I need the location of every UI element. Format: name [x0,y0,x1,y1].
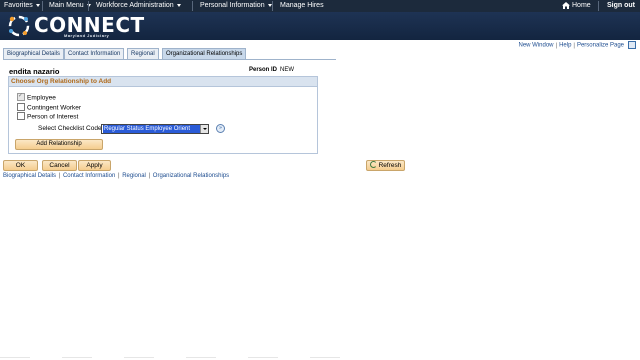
checklist-code-label: Select Checklist Code [38,125,102,132]
breadcrumb-manage-hires[interactable]: Manage Hires [280,1,324,11]
nav-divider [272,1,273,11]
connect-logo-icon [8,15,30,37]
tab-organizational-relationships[interactable]: Organizational Relationships [162,48,247,59]
connect-logo: CONNECT Maryland Judiciary [6,13,144,39]
personalize-page-link[interactable]: Personalize Page [577,43,624,49]
bottom-tick [0,357,30,358]
tab-biographical-details[interactable]: Biographical Details [3,48,65,59]
employee-checkbox[interactable] [17,92,25,101]
separator: | [116,173,122,179]
favorites-menu[interactable]: Favorites [4,1,40,11]
bottom-tick [310,357,340,358]
tab-regional[interactable]: Regional [127,48,159,59]
home-label: Home [572,2,591,9]
nav-divider [42,1,43,11]
banner-subtitle: Maryland Judiciary [64,33,110,38]
separator: | [146,173,152,179]
chevron-down-icon [267,3,272,7]
utility-links: New Window | Help | Personalize Page [518,41,636,49]
lookup-icon[interactable]: » [216,124,225,133]
person-id-value: NEW [280,67,294,73]
page-options-icon[interactable] [628,41,636,49]
main-menu-label: Main Menu [49,2,84,9]
person-id-label: Person ID [249,67,278,73]
tab-contact-information[interactable]: Contact Information [64,48,125,59]
refresh-icon [369,160,377,168]
bottom-tick [124,357,154,358]
apply-button[interactable]: Apply [78,160,111,171]
contingent-worker-checkbox[interactable] [17,103,25,111]
person-of-interest-checkbox-row: Person of Interest [17,112,79,122]
employee-checkbox-label: Employee [27,94,56,102]
breadcrumb-workforce-administration[interactable]: Workforce Administration [96,1,181,11]
home-icon [562,1,570,9]
person-of-interest-checkbox-label: Person of Interest [27,113,79,121]
help-link[interactable]: Help [559,43,571,49]
signout-label: Sign out [607,2,635,9]
nav-divider [192,1,193,11]
breadcrumb-label: Manage Hires [280,2,324,9]
favorites-label: Favorites [4,2,33,9]
separator: | [573,42,575,49]
separator: | [555,42,558,49]
person-name: endita nazario [9,67,60,76]
separator: | [57,173,62,179]
bottom-tick [62,357,92,358]
bottom-link-contact-information[interactable]: Contact Information [63,173,115,179]
top-navigation-bar: Favorites Main Menu Workforce Administra… [0,0,640,12]
refresh-button[interactable]: Refresh [366,160,405,171]
nav-divider [88,1,89,11]
bottom-tick [248,357,278,358]
chevron-down-icon[interactable] [200,125,208,133]
contingent-worker-checkbox-row: Contingent Worker [17,103,82,113]
bottom-tab-links: Biographical Details | Contact Informati… [3,173,229,179]
breadcrumb-label: Workforce Administration [96,2,174,9]
person-of-interest-checkbox[interactable] [17,112,25,120]
employee-checkbox-row: Employee [17,92,56,103]
org-relationship-groupbox: Choose Org Relationship to Add Employee … [8,76,318,154]
ok-button[interactable]: OK [3,160,38,171]
main-menu[interactable]: Main Menu [49,1,91,11]
chevron-down-icon [176,3,181,7]
add-relationship-button[interactable]: Add Relationship [15,139,103,150]
signout-link[interactable]: Sign out [607,1,635,11]
chevron-down-icon [35,3,40,7]
new-window-link[interactable]: New Window [518,43,553,49]
checklist-code-selected-value: Regular Status Employee Orient [103,125,200,133]
breadcrumb-personal-information[interactable]: Personal Information [200,1,272,11]
groupbox-title: Choose Org Relationship to Add [9,77,317,87]
refresh-button-label: Refresh [378,162,402,169]
bottom-link-regional[interactable]: Regional [122,173,146,179]
bottom-link-organizational-relationships[interactable]: Organizational Relationships [153,173,229,179]
bottom-link-biographical-details[interactable]: Biographical Details [3,173,56,179]
nav-divider [598,1,599,11]
checklist-code-select[interactable]: Regular Status Employee Orient [101,124,209,134]
bottom-tick [186,357,216,358]
tab-divider [3,59,336,60]
contingent-worker-checkbox-label: Contingent Worker [27,104,82,112]
home-link[interactable]: Home [562,1,591,11]
breadcrumb-label: Personal Information [200,2,265,9]
cancel-button[interactable]: Cancel [42,160,77,171]
